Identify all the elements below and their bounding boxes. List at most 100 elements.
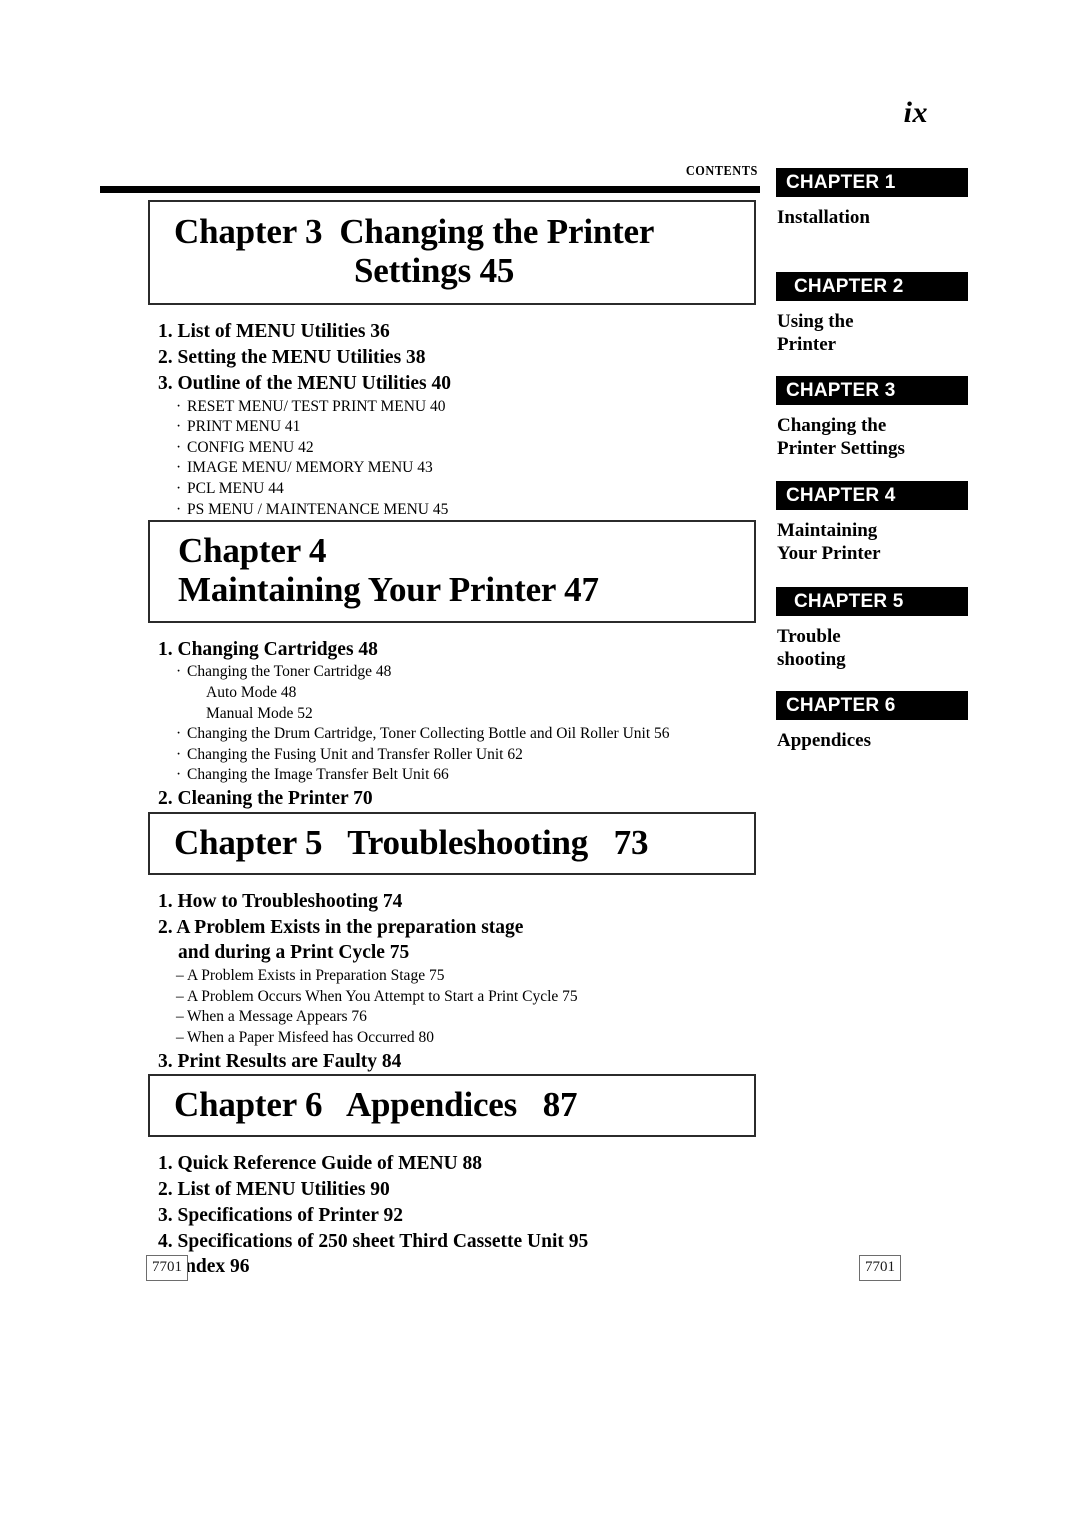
- toc-subentry-label: Changing the Drum Cartridge, Toner Colle…: [187, 725, 670, 743]
- toc-subentry[interactable]: · Changing the Fusing Unit and Transfer R…: [148, 745, 756, 766]
- dash-bullet-icon: –: [176, 987, 184, 1005]
- toc-subentry[interactable]: · Changing the Image Transfer Belt Unit 6…: [148, 765, 756, 786]
- chapter-tab-label-6: Appendices: [777, 730, 871, 751]
- dot-bullet-icon: ·: [176, 397, 182, 415]
- chapter-tab-label-5: Trouble shooting: [777, 626, 846, 671]
- toc-entry[interactable]: 1. Quick Reference Guide of MENU 88: [148, 1151, 756, 1177]
- chapter-4-heading-box: Chapter 4 Maintaining Your Printer 47: [148, 520, 756, 623]
- toc-subentry-label: Auto Mode 48: [206, 683, 297, 701]
- chapter-tab-label-1: Installation: [777, 207, 870, 228]
- chapter-3-heading-line-2: Settings 45: [354, 251, 515, 291]
- chapter-tab-5[interactable]: CHAPTER 5: [776, 587, 968, 616]
- toc-subentry-label: PS MENU / MAINTENANCE MENU 45: [187, 500, 449, 518]
- toc-entry-label: 2. Cleaning the Printer 70: [158, 788, 373, 809]
- chapter-6-heading-line-1: Chapter 6 Appendices 87: [174, 1085, 578, 1125]
- chapter-tab-label-3: Changing the Printer Settings: [777, 415, 905, 460]
- chapter-3-section-list: 1. List of MENU Utilities 36 2. Setting t…: [148, 319, 756, 520]
- footer-code-left: 7701: [146, 1255, 188, 1281]
- toc-entry-label: 3. Outline of the MENU Utilities 40: [158, 372, 452, 394]
- chapter-tab-group-3: CHAPTER 3 Changing the Printer Settings: [776, 376, 968, 460]
- toc-entry[interactable]: 1. Changing Cartridges 48: [148, 637, 756, 663]
- chapter-tab-group-6: CHAPTER 6 Appendices: [776, 691, 968, 752]
- toc-subentry-label: Changing the Fusing Unit and Transfer Ro…: [187, 745, 523, 763]
- dot-bullet-icon: ·: [176, 438, 182, 456]
- toc-entry-label: 1. List of MENU Utilities 36: [158, 321, 390, 343]
- page-number: ix: [903, 96, 928, 129]
- chapter-tab-4[interactable]: CHAPTER 4: [776, 481, 968, 510]
- toc-entry[interactable]: 5. Index 96: [148, 1254, 756, 1280]
- toc-entry-label: 1. Changing Cartridges 48: [158, 638, 378, 660]
- toc-entry[interactable]: 3. Specifications of Printer 92: [148, 1203, 756, 1229]
- toc-subentry-label: PRINT MENU 41: [187, 418, 301, 436]
- chapter-5-section-list: 1. How to Troubleshooting 74 2. A Problem…: [148, 889, 756, 1074]
- dot-bullet-icon: ·: [176, 418, 182, 436]
- toc-subentry[interactable]: · Changing the Toner Cartridge 48: [148, 662, 756, 683]
- toc-subentry[interactable]: · IMAGE MENU/ MEMORY MENU 43: [148, 458, 756, 479]
- toc-entry[interactable]: 2. List of MENU Utilities 90: [148, 1177, 756, 1203]
- dot-bullet-icon: ·: [176, 480, 182, 498]
- toc-subentry-label: When a Message Appears 76: [187, 1008, 367, 1026]
- chapter-tabs-sidebar: CHAPTER 1 Installation CHAPTER 2 Using the …: [776, 168, 968, 788]
- chapter-tab-label-2: Using the Printer: [777, 311, 854, 356]
- dash-bullet-icon: –: [176, 1008, 184, 1026]
- toc-entry[interactable]: 4. Specifications of 250 sheet Third Cas…: [148, 1229, 756, 1255]
- toc-entry[interactable]: 1. How to Troubleshooting 74: [148, 889, 756, 915]
- chapter-tab-label-4: Maintaining Your Printer: [777, 520, 881, 565]
- toc-subentry[interactable]: · Changing the Drum Cartridge, Toner Coll…: [148, 724, 756, 745]
- dot-bullet-icon: ·: [176, 663, 182, 681]
- toc-entry[interactable]: 2. Setting the MENU Utilities 38: [148, 345, 756, 371]
- dot-bullet-icon: ·: [176, 459, 182, 477]
- chapter-5-heading-box: Chapter 5 Troubleshooting 73: [148, 811, 756, 875]
- toc-subentry-label: Changing the Toner Cartridge 48: [187, 663, 392, 681]
- chapter-tab-1[interactable]: CHAPTER 1: [776, 168, 968, 197]
- toc-subentry-label: Manual Mode 52: [206, 704, 313, 722]
- toc-entry-label: 1. How to Troubleshooting 74: [158, 890, 403, 912]
- toc-entry-label: 2. List of MENU Utilities 90: [158, 1179, 390, 1201]
- toc-entry-label: 2. Setting the MENU Utilities 38: [158, 347, 426, 369]
- toc-subentry[interactable]: · PRINT MENU 41: [148, 417, 756, 438]
- toc-subentry-level2[interactable]: Auto Mode 48: [148, 683, 756, 704]
- toc-subentry[interactable]: – A Problem Exists in Preparation Stage 7…: [148, 966, 756, 987]
- chapter-tab-2[interactable]: CHAPTER 2: [776, 272, 968, 301]
- chapter-tab-group-5: CHAPTER 5 Trouble shooting: [776, 587, 968, 671]
- chapter-5-heading-line-1: Chapter 5 Troubleshooting 73: [174, 822, 649, 862]
- toc-entry[interactable]: 1. List of MENU Utilities 36: [148, 319, 756, 345]
- toc-subentry[interactable]: · PS MENU / MAINTENANCE MENU 45: [148, 500, 756, 521]
- document-page: ix CONTENTS Chapter 3 Changing the Print…: [0, 0, 1080, 1528]
- chapter-4-heading-line-2: Maintaining Your Printer 47: [178, 570, 599, 610]
- footer-code-right: 7701: [859, 1255, 901, 1281]
- toc-entry-label: 3. Print Results are Faulty 84: [158, 1050, 402, 1072]
- chapter-4-heading-line-1: Chapter 4: [178, 531, 327, 571]
- chapter-tab-6[interactable]: CHAPTER 6: [776, 691, 968, 720]
- toc-subentry[interactable]: · CONFIG MENU 42: [148, 438, 756, 459]
- chapter-tab-3[interactable]: CHAPTER 3: [776, 376, 968, 405]
- toc-subentry[interactable]: · RESET MENU/ TEST PRINT MENU 40: [148, 397, 756, 418]
- toc-subentry[interactable]: – When a Paper Misfeed has Occurred 80: [148, 1028, 756, 1049]
- toc-subentry-label: PCL MENU 44: [187, 480, 284, 498]
- dash-bullet-icon: –: [176, 1028, 184, 1046]
- toc-subentry[interactable]: · PCL MENU 44: [148, 479, 756, 500]
- chapter-6-heading-box: Chapter 6 Appendices 87: [148, 1074, 756, 1138]
- toc-entry[interactable]: 2. A Problem Exists in the preparation s…: [148, 915, 756, 966]
- running-head: CONTENTS: [685, 164, 758, 179]
- dash-bullet-icon: –: [176, 967, 184, 985]
- toc-subentry-label: IMAGE MENU/ MEMORY MENU 43: [187, 459, 433, 477]
- chapter-3-heading-line-1: Chapter 3 Changing the Printer: [174, 212, 655, 251]
- toc-subentry-label: A Problem Occurs When You Attempt to Sta…: [187, 987, 578, 1005]
- dot-bullet-icon: ·: [176, 745, 182, 763]
- toc-subentry[interactable]: – When a Message Appears 76: [148, 1007, 756, 1028]
- toc-entry[interactable]: 3. Print Results are Faulty 84: [148, 1049, 756, 1075]
- toc-entry-label: 1. Quick Reference Guide of MENU 88: [158, 1153, 483, 1175]
- toc-subentry-label: A Problem Exists in Preparation Stage 75: [187, 967, 445, 985]
- toc-entry[interactable]: 2. Cleaning the Printer 70: [148, 786, 756, 812]
- chapter-tab-group-2: CHAPTER 2 Using the Printer: [776, 272, 968, 356]
- chapter-3-heading-box: Chapter 3 Changing the Printer Settings 4…: [148, 200, 756, 306]
- toc-subentry[interactable]: – A Problem Occurs When You Attempt to St…: [148, 987, 756, 1008]
- toc-entry-label: 4. Specifications of 250 sheet Third Cas…: [158, 1230, 589, 1252]
- contents-column: Chapter 3 Changing the Printer Settings 4…: [148, 200, 756, 1280]
- dot-bullet-icon: ·: [176, 500, 182, 518]
- toc-entry-label-continued: and during a Print Cycle 75: [178, 942, 410, 964]
- toc-entry-label: 2. A Problem Exists in the preparation s…: [158, 916, 524, 938]
- toc-subentry-level2[interactable]: Manual Mode 52: [148, 704, 756, 725]
- toc-entry[interactable]: 3. Outline of the MENU Utilities 40: [148, 371, 756, 397]
